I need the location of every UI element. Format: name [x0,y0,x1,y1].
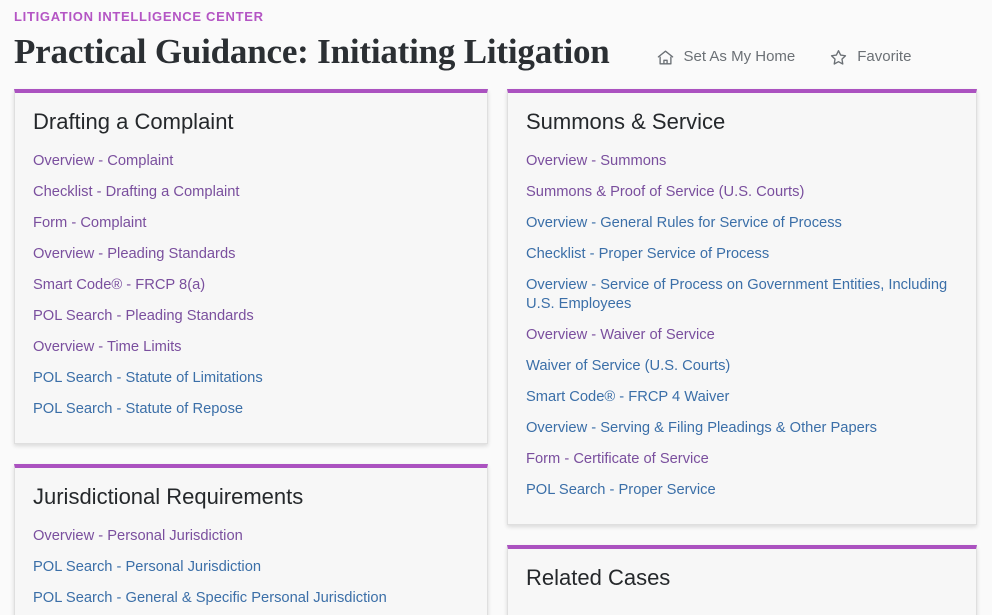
list-item: Overview - Serving & Filing Pleadings & … [526,413,958,444]
list-item: Overview - Service of Process on Governm… [526,270,958,320]
card-link-pol-search-personal-jurisdiction[interactable]: POL Search - Personal Jurisdiction [33,552,469,583]
card-link-overview-time-limits[interactable]: Overview - Time Limits [33,332,469,363]
list-item: POL Search - Pleading Standards [33,301,469,332]
list-item: POL Search - Proper Service [526,475,958,506]
card-columns: Drafting a Complaint Overview - Complaint… [0,89,992,615]
list-item: Checklist - Proper Service of Process [526,239,958,270]
card-title: Jurisdictional Requirements [33,482,469,512]
page-title: Practical Guidance: Initiating Litigatio… [14,30,610,74]
card-link-checklist-proper-service-of-process[interactable]: Checklist - Proper Service of Process [526,239,958,270]
list-item: Overview - Summons [526,146,958,177]
card-link-pol-search-proper-service[interactable]: POL Search - Proper Service [526,475,958,506]
list-item: POL Search - Personal Jurisdiction [33,552,469,583]
list-item: Overview - Time Limits [33,332,469,363]
list-item: Waiver of Service (U.S. Courts) [526,351,958,382]
card-link-overview-pleading-standards[interactable]: Overview - Pleading Standards [33,239,469,270]
card-link-list: Overview - ComplaintChecklist - Drafting… [33,146,469,425]
card-link-pol-search-statute-of-limitations[interactable]: POL Search - Statute of Limitations [33,363,469,394]
star-icon [829,48,848,67]
card-title: Summons & Service [526,107,958,137]
card-drafting-a-complaint: Drafting a Complaint Overview - Complaint… [14,89,488,444]
list-item: POL Search - General & Specific Personal… [33,583,469,614]
card-link-overview-personal-jurisdiction[interactable]: Overview - Personal Jurisdiction [33,521,469,552]
card-link-overview-service-of-process-on-government-entities-including-u-s-employees[interactable]: Overview - Service of Process on Governm… [526,270,958,320]
list-item: Smart Code® - FRCP 8(a) [33,270,469,301]
practical-guidance-page: LITIGATION INTELLIGENCE CENTER Practical… [0,0,992,615]
card-link-overview-waiver-of-service[interactable]: Overview - Waiver of Service [526,320,958,351]
card-link-form-certificate-of-service[interactable]: Form - Certificate of Service [526,444,958,475]
favorite-label: Favorite [857,47,911,67]
list-item: Overview - Waiver of Service [526,320,958,351]
card-link-smart-code-frcp-8-a[interactable]: Smart Code® - FRCP 8(a) [33,270,469,301]
list-item: Overview - Pleading Standards [33,239,469,270]
list-item: POL Search - Statute of Repose [33,394,469,425]
list-item: Overview - Complaint [33,146,469,177]
list-item: Form - Certificate of Service [526,444,958,475]
favorite-button[interactable]: Favorite [829,47,911,67]
card-link-list: Overview - SummonsSummons & Proof of Ser… [526,146,958,506]
card-summons-service: Summons & Service Overview - SummonsSummo… [507,89,977,525]
title-row: Practical Guidance: Initiating Litigatio… [14,30,976,74]
list-item: Smart Code® - FRCP 4 Waiver [526,382,958,413]
card-jurisdictional-requirements: Jurisdictional Requirements Overview - Pe… [14,464,488,615]
card-link-pol-search-pleading-standards[interactable]: POL Search - Pleading Standards [33,301,469,332]
card-link-summons-proof-of-service-u-s-courts[interactable]: Summons & Proof of Service (U.S. Courts) [526,177,958,208]
card-title: Drafting a Complaint [33,107,469,137]
card-link-pol-search-statute-of-repose[interactable]: POL Search - Statute of Repose [33,394,469,425]
list-item: Checklist - Drafting a Complaint [33,177,469,208]
card-link-smart-code-frcp-4-waiver[interactable]: Smart Code® - FRCP 4 Waiver [526,382,958,413]
card-link-overview-summons[interactable]: Overview - Summons [526,146,958,177]
card-link-overview-serving-filing-pleadings-other-papers[interactable]: Overview - Serving & Filing Pleadings & … [526,413,958,444]
left-column: Drafting a Complaint Overview - Complaint… [14,89,488,615]
page-header: LITIGATION INTELLIGENCE CENTER Practical… [0,0,992,74]
home-icon [656,48,675,67]
card-title: Related Cases [526,563,958,593]
card-link-pol-search-general-specific-personal-jurisdiction[interactable]: POL Search - General & Specific Personal… [33,583,469,614]
eyebrow-label: LITIGATION INTELLIGENCE CENTER [14,8,976,26]
card-link-waiver-of-service-u-s-courts[interactable]: Waiver of Service (U.S. Courts) [526,351,958,382]
list-item: POL Search - Statute of Limitations [33,363,469,394]
card-link-checklist-drafting-a-complaint[interactable]: Checklist - Drafting a Complaint [33,177,469,208]
card-related-cases: Related Cases [507,545,977,615]
header-actions: Set As My Home Favorite [656,47,912,74]
card-link-list: Overview - Personal JurisdictionPOL Sear… [33,521,469,614]
card-link-form-complaint[interactable]: Form - Complaint [33,208,469,239]
list-item: Form - Complaint [33,208,469,239]
list-item: Overview - Personal Jurisdiction [33,521,469,552]
list-item: Overview - General Rules for Service of … [526,208,958,239]
set-as-my-home-label: Set As My Home [684,47,796,67]
list-item: Summons & Proof of Service (U.S. Courts) [526,177,958,208]
right-column: Summons & Service Overview - SummonsSummo… [507,89,977,615]
set-as-my-home-button[interactable]: Set As My Home [656,47,796,67]
card-link-overview-general-rules-for-service-of-process[interactable]: Overview - General Rules for Service of … [526,208,958,239]
card-link-overview-complaint[interactable]: Overview - Complaint [33,146,469,177]
